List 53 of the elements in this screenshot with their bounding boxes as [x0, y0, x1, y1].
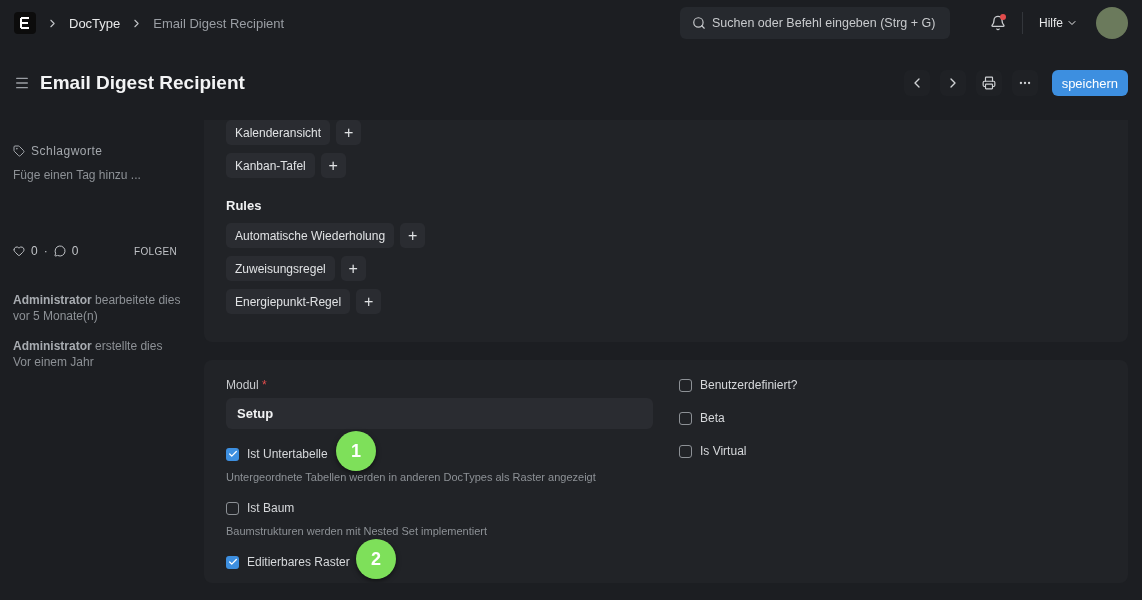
view-chip[interactable]: Kalenderansicht — [226, 120, 331, 145]
activity-text: Administrator erstellte dies — [13, 338, 164, 354]
checkbox[interactable] — [226, 447, 239, 461]
checkbox-label: Editierbares Raster — [247, 555, 350, 569]
tag-icon — [13, 145, 25, 157]
checkbox[interactable] — [679, 411, 692, 425]
rule-chip[interactable]: Energiepunkt-Regel — [226, 289, 351, 314]
menu-icon[interactable] — [14, 75, 30, 91]
tags-label: Schlagworte — [31, 144, 103, 158]
checkbox[interactable] — [226, 555, 239, 569]
app-logo-icon[interactable] — [14, 12, 36, 34]
checkbox-label: Ist Untertabelle — [247, 447, 328, 461]
section-title: Rules — [226, 198, 263, 213]
search-field[interactable]: Suchen oder Befehl eingeben (Strg + G) — [680, 7, 950, 39]
rule-chip[interactable]: Automatische Wiederholung — [226, 223, 395, 248]
add-button[interactable]: + — [320, 153, 346, 178]
checkbox-label: Benutzerdefiniert? — [700, 378, 798, 392]
help-text: Untergeordnete Tabellen werden in anderen DocTypes als Raster angezeigt — [226, 471, 597, 483]
comment-count: 0 — [71, 244, 79, 258]
checkbox[interactable] — [679, 444, 692, 458]
printer-icon — [981, 76, 996, 90]
activity-time: Vor einem Jahr — [13, 354, 95, 370]
page-title: Email Digest Recipient — [40, 72, 245, 94]
view-chip[interactable]: Kanban-Tafel — [226, 153, 315, 178]
user-avatar[interactable] — [1096, 7, 1128, 39]
help-text: Baumstrukturen werden mit Nested Set implementiert — [226, 525, 489, 537]
checkbox-label: Beta — [700, 411, 725, 425]
follow-button[interactable]: FOLGEN — [134, 245, 177, 257]
separator-dot: · — [43, 244, 48, 258]
module-field[interactable]: Setup — [226, 398, 653, 429]
checkbox-label: Ist Baum — [247, 501, 295, 515]
activity-time: vor 5 Monate(n) — [13, 308, 99, 324]
help-menu[interactable]: Hilfe — [1039, 16, 1078, 30]
add-button[interactable]: + — [340, 256, 366, 281]
add-button[interactable]: + — [336, 120, 362, 145]
add-button[interactable]: + — [356, 289, 382, 314]
breadcrumb-link[interactable]: Email Digest Recipient — [153, 15, 285, 31]
checkbox[interactable] — [226, 501, 239, 515]
breadcrumb-link[interactable]: DocType — [69, 15, 121, 31]
add-button[interactable]: + — [400, 223, 426, 248]
activity-text: Administrator bearbeitete dies — [13, 292, 182, 308]
checkbox[interactable] — [679, 378, 692, 392]
add-tag-link[interactable]: Füge einen Tag hinzu ... — [13, 168, 187, 182]
like-count: 0 — [31, 244, 38, 258]
comment-icon[interactable] — [53, 245, 66, 257]
notification-bell-icon[interactable] — [990, 15, 1006, 31]
rule-chip[interactable]: Zuweisungsregel — [226, 256, 335, 281]
number-badge: 1 — [336, 431, 376, 471]
heart-icon[interactable] — [13, 245, 25, 257]
number-badge: 2 — [356, 539, 396, 579]
field-label: Modul * — [226, 378, 268, 392]
checkbox-label: Is Virtual — [700, 444, 747, 458]
search-icon — [692, 16, 706, 30]
